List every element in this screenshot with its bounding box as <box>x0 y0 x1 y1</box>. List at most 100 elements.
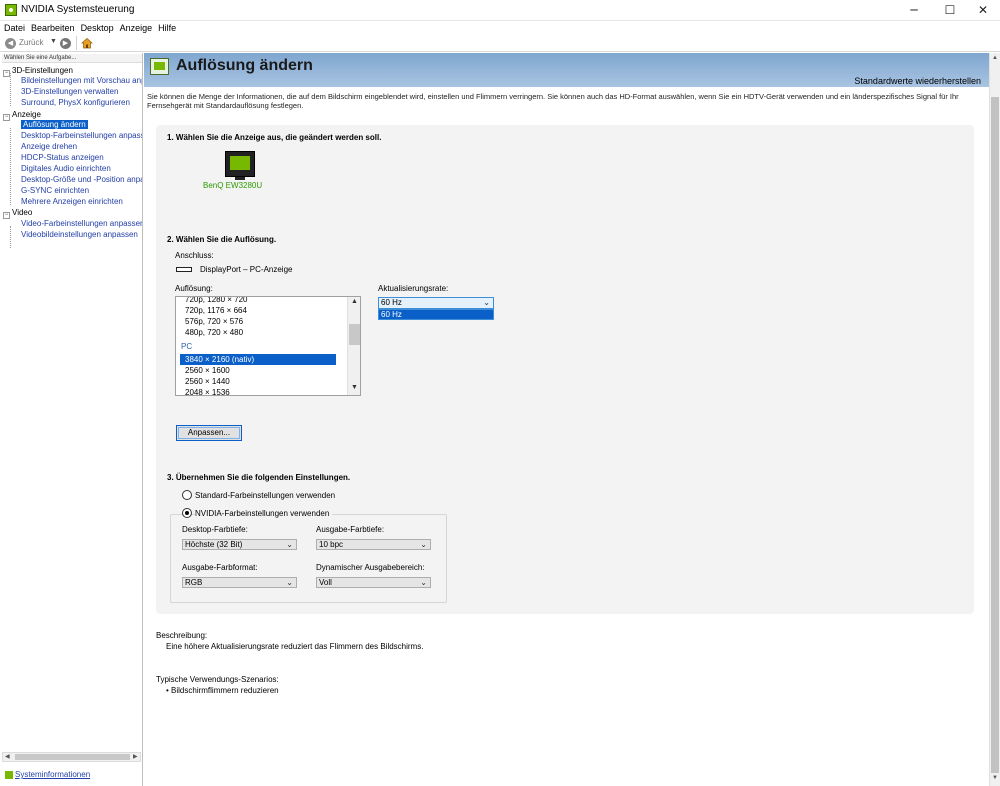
tree-category-label: Anzeige <box>12 110 41 119</box>
collapse-icon: − <box>3 212 10 219</box>
scroll-down-icon[interactable]: ▼ <box>992 775 998 781</box>
resolution-list[interactable]: 720p, 1280 × 720 720p, 1176 × 664 576p, … <box>175 296 361 396</box>
connection-value: DisplayPort – PC-Anzeige <box>200 265 293 274</box>
list-item[interactable]: 2048 × 1536 <box>185 387 230 395</box>
list-item[interactable]: 2560 × 1440 <box>185 376 230 387</box>
scroll-thumb[interactable] <box>349 324 360 345</box>
page-header: Auflösung ändern Standardwerte wiederher… <box>144 53 1000 87</box>
dynamic-range-label: Dynamischer Ausgabebereich: <box>316 563 425 572</box>
scroll-thumb[interactable] <box>991 97 999 773</box>
menu-desktop[interactable]: Desktop <box>81 21 114 35</box>
tree-item-mehrere-anzeigen[interactable]: Mehrere Anzeigen einrichten <box>21 196 123 207</box>
menu-datei[interactable]: Datei <box>4 21 25 35</box>
list-item[interactable]: 576p, 720 × 576 <box>185 316 243 327</box>
description-label: Beschreibung: <box>156 631 208 640</box>
list-item[interactable]: 480p, 720 × 480 <box>185 327 243 338</box>
task-tree: − 3D-Einstellungen Bildeinstellungen mit … <box>0 65 142 755</box>
tree-item-label: Anzeige drehen <box>21 142 78 151</box>
scenarios-item: • Bildschirmflimmern reduzieren <box>166 686 279 695</box>
dynamic-range-value: Voll <box>319 578 332 587</box>
maximize-button[interactable]: ☐ <box>933 0 967 21</box>
list-item[interactable]: 720p, 1280 × 720 <box>185 297 248 305</box>
tree-item-label: Videobildeinstellungen anpassen <box>21 230 138 239</box>
resolution-group-pc: PC <box>181 342 193 351</box>
title-bar: NVIDIA Systemsteuerung ─ ☐ ✕ <box>0 0 1000 21</box>
left-panel-horizontal-scrollbar[interactable]: ◀ ▶ <box>2 752 141 762</box>
home-icon[interactable] <box>81 37 93 49</box>
tree-item-label: HDCP-Status anzeigen <box>21 153 104 162</box>
tree-item-label: Mehrere Anzeigen einrichten <box>21 197 123 206</box>
content-pane: Auflösung ändern Standardwerte wiederher… <box>144 53 1000 786</box>
menu-bearbeiten[interactable]: Bearbeiten <box>31 21 75 35</box>
radio-nvidia-colors[interactable] <box>182 508 192 518</box>
task-hint: Wählen Sie eine Aufgabe... <box>2 54 142 63</box>
scroll-up-icon[interactable]: ▲ <box>992 55 998 61</box>
desktop-depth-dropdown[interactable]: Höchste (32 Bit) ⌄ <box>182 539 297 550</box>
list-item-selected[interactable]: 3840 × 2160 (nativ) <box>185 354 254 365</box>
display-settings-icon <box>150 58 169 75</box>
tree-item-label: Desktop-Farbeinstellungen anpassen <box>21 131 142 140</box>
resolution-label: Auflösung: <box>175 284 213 293</box>
tree-item-label: Video-Farbeinstellungen anpassen <box>21 219 142 228</box>
step2-title: 2. Wählen Sie die Auflösung. <box>167 235 277 244</box>
monitor-name[interactable]: BenQ EW3280U <box>203 181 262 190</box>
scroll-right-icon[interactable]: ▶ <box>133 753 138 760</box>
close-button[interactable]: ✕ <box>966 0 1000 21</box>
monitor-icon[interactable] <box>225 151 255 177</box>
scroll-down-icon[interactable]: ▼ <box>351 384 358 391</box>
tree-item-aufloesung-aendern[interactable]: Auflösung ändern <box>21 119 88 130</box>
tree-item-hdcp-status[interactable]: HDCP-Status anzeigen <box>21 152 104 163</box>
desktop-depth-label: Desktop-Farbtiefe: <box>182 525 248 534</box>
tree-category-label: 3D-Einstellungen <box>12 66 73 75</box>
tree-item-digitales-audio[interactable]: Digitales Audio einrichten <box>21 163 111 174</box>
menu-hilfe[interactable]: Hilfe <box>158 21 176 35</box>
tree-item-desktop-groesse[interactable]: Desktop-Größe und -Position anpassen <box>21 174 142 185</box>
forward-arrow-icon[interactable]: ▶ <box>60 38 71 49</box>
tree-item-anzeige-drehen[interactable]: Anzeige drehen <box>21 141 77 152</box>
content-vertical-scrollbar[interactable]: ▲ ▼ <box>989 53 1000 786</box>
scroll-thumb[interactable] <box>15 754 130 760</box>
system-info-link[interactable]: Systeminformationen <box>15 770 90 779</box>
customize-button[interactable]: Anpassen... <box>176 425 242 441</box>
radio-standard-colors[interactable] <box>182 490 192 500</box>
scroll-up-icon[interactable]: ▲ <box>351 298 358 305</box>
output-depth-value: 10 bpc <box>319 540 344 549</box>
back-arrow-icon[interactable]: ◀ <box>5 38 16 49</box>
tree-item-surround-physx[interactable]: Surround, PhysX konfigurieren <box>21 97 130 108</box>
tree-item-gsync[interactable]: G-SYNC einrichten <box>21 185 89 196</box>
tree-item-bildeinstellungen[interactable]: Bildeinstellungen mit Vorschau anpassen <box>21 75 142 86</box>
intro-text: Sie können die Menge der Informationen, … <box>147 92 959 110</box>
tree-guide <box>10 73 11 106</box>
output-depth-dropdown[interactable]: 10 bpc ⌄ <box>316 539 431 550</box>
chevron-down-icon: ⌄ <box>420 540 427 549</box>
minimize-button[interactable]: ─ <box>897 0 931 21</box>
tree-item-3d-verwalten[interactable]: 3D-Einstellungen verwalten <box>21 86 118 97</box>
toolbar: ◀ Zurück ▼ ▶ <box>0 35 1000 52</box>
tree-item-video-farbe[interactable]: Video-Farbeinstellungen anpassen <box>21 218 142 229</box>
menu-anzeige[interactable]: Anzeige <box>120 21 153 35</box>
desktop-depth-value: Höchste (32 Bit) <box>185 540 243 549</box>
dynamic-range-dropdown[interactable]: Voll ⌄ <box>316 577 431 588</box>
tree-category-label: Video <box>12 208 33 217</box>
refresh-rate-dropdown[interactable]: 60 Hz ⌄ <box>378 297 494 309</box>
menu-bar: Datei Bearbeiten Desktop Anzeige Hilfe <box>0 21 1000 35</box>
output-format-label: Ausgabe-Farbformat: <box>182 563 258 572</box>
list-item[interactable]: 720p, 1176 × 664 <box>185 305 247 316</box>
scroll-left-icon[interactable]: ◀ <box>5 753 10 760</box>
settings-panel: 1. Wählen Sie die Anzeige aus, die geänd… <box>156 125 974 614</box>
resolution-list-scrollbar[interactable]: ▲ ▼ <box>347 297 360 395</box>
tree-item-label: Desktop-Größe und -Position anpassen <box>21 175 142 184</box>
back-history-dropdown-icon[interactable]: ▼ <box>50 38 57 45</box>
list-item[interactable]: 2560 × 1600 <box>185 365 230 376</box>
tree-item-label: 3D-Einstellungen verwalten <box>21 87 119 96</box>
connection-label: Anschluss: <box>175 251 214 260</box>
radio-standard-label: Standard-Farbeinstellungen verwenden <box>195 491 336 500</box>
tree-item-label: Auflösung ändern <box>21 120 88 129</box>
output-format-dropdown[interactable]: RGB ⌄ <box>182 577 297 588</box>
restore-defaults-link[interactable]: Standardwerte wiederherstellen <box>854 76 981 86</box>
tree-item-videobild[interactable]: Videobildeinstellungen anpassen <box>21 229 138 240</box>
refresh-rate-option[interactable]: 60 Hz <box>378 309 494 320</box>
tree-item-desktop-farbe[interactable]: Desktop-Farbeinstellungen anpassen <box>21 130 142 141</box>
tree-guide <box>10 128 11 205</box>
back-button-label[interactable]: Zurück <box>19 38 43 47</box>
